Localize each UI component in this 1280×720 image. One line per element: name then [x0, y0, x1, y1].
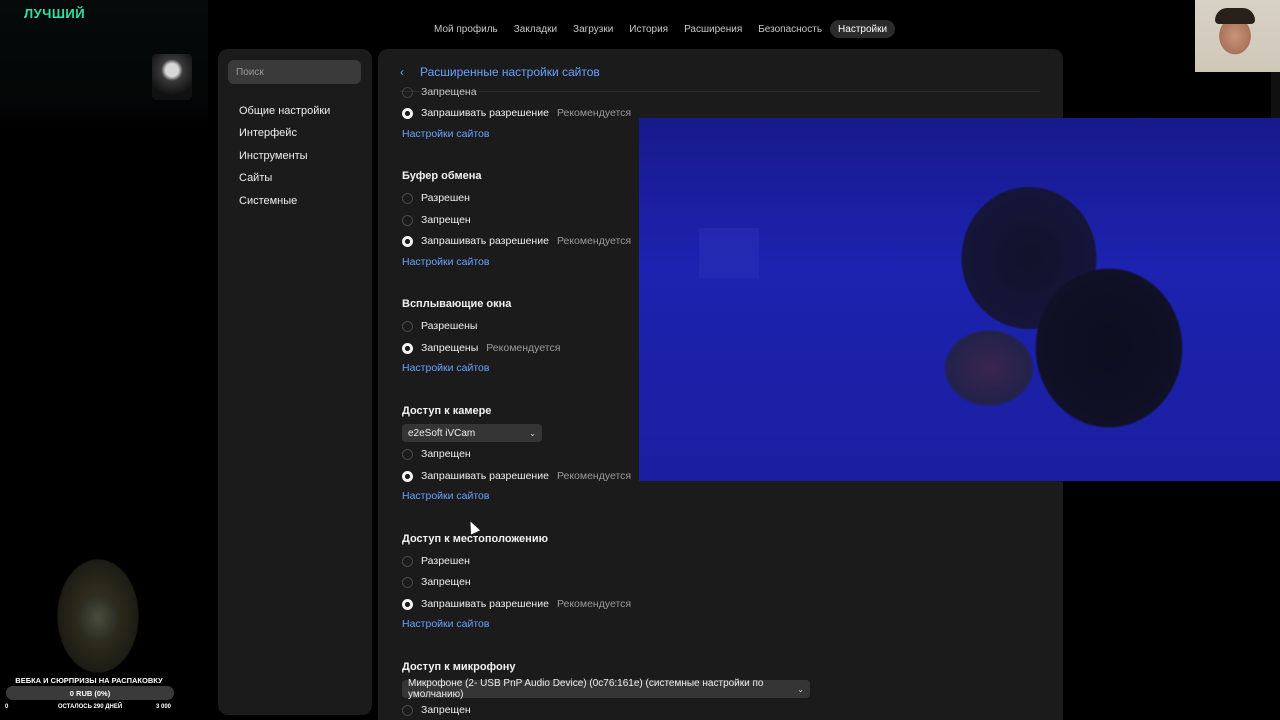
- stream-logo: ЛУЧШИЙ: [24, 6, 86, 21]
- site-settings-link[interactable]: Настройки сайтов: [402, 128, 489, 140]
- option-forbidden[interactable]: Запрещены Рекомендуется: [402, 341, 560, 355]
- tab-extensions[interactable]: Расширения: [676, 20, 750, 38]
- header-divider: [400, 91, 1040, 92]
- site-settings-link[interactable]: Настройки сайтов: [402, 618, 489, 630]
- option-label: Запрашивать разрешение: [421, 470, 549, 482]
- chevron-down-icon: ⌄: [797, 684, 804, 694]
- option-forbidden[interactable]: Запрещен: [402, 447, 471, 461]
- option-label: Разрешены: [421, 320, 478, 332]
- tab-bookmarks[interactable]: Закладки: [506, 20, 565, 38]
- option-label: Разрешен: [421, 555, 470, 567]
- recommended-label: Рекомендуется: [556, 235, 632, 247]
- sidebar-item-system[interactable]: Системные: [239, 195, 297, 207]
- recommended-label: Рекомендуется: [556, 470, 632, 482]
- radio-selected-icon: [402, 470, 413, 482]
- radio-icon: [402, 192, 413, 204]
- radio-icon: [402, 214, 413, 226]
- section-title-popups: Всплывающие окна: [402, 298, 512, 310]
- section-title-camera: Доступ к камере: [402, 405, 492, 417]
- webcam-overlay: [639, 118, 1280, 481]
- tab-history[interactable]: История: [621, 20, 676, 38]
- site-settings-link[interactable]: Настройки сайтов: [402, 490, 489, 502]
- banner-avatar: [152, 54, 192, 100]
- tab-downloads[interactable]: Загрузки: [565, 20, 621, 38]
- section-title-location: Доступ к местоположению: [402, 533, 548, 545]
- stream-banner: ЛУЧШИЙ: [0, 0, 208, 118]
- option-allowed[interactable]: Разрешен: [402, 554, 470, 568]
- donation-days-left: ОСТАЛОСЬ 290 ДНЕЙ: [57, 704, 123, 710]
- donation-title: ВЕБКА И СЮРПРИЗЫ НА РАСПАКОВКУ: [15, 676, 163, 685]
- chevron-down-icon: ⌄: [529, 428, 536, 438]
- option-forbidden[interactable]: Запрещен: [402, 575, 471, 589]
- section-title-microphone: Доступ к микрофону: [402, 661, 516, 673]
- tab-security[interactable]: Безопасность: [750, 20, 830, 38]
- recommended-label: Рекомендуется: [486, 342, 561, 354]
- settings-sidebar: Общие настройки Интерфейс Инструменты Са…: [218, 49, 372, 715]
- donation-image: [38, 556, 156, 680]
- donation-amount: 0 RUB (0%): [69, 689, 111, 698]
- option-label: Разрешен: [421, 192, 470, 204]
- option-label: Запрещен: [421, 214, 471, 226]
- panel-header: ‹ Расширенные настройки сайтов: [378, 49, 1063, 93]
- page-title: Расширенные настройки сайтов: [420, 65, 600, 79]
- radio-selected-icon: [402, 235, 413, 247]
- chevron-left-icon[interactable]: ‹: [400, 65, 410, 79]
- radio-icon: [402, 576, 413, 588]
- webcam-background-object: [699, 228, 759, 278]
- radio-selected-icon: [402, 598, 413, 610]
- option-label: Запрещен: [421, 704, 471, 716]
- option-label: Запрещен: [421, 448, 471, 460]
- sidebar-item-interface[interactable]: Интерфейс: [239, 127, 297, 139]
- edge-strip: [1271, 72, 1280, 118]
- radio-icon: [402, 320, 413, 332]
- option-label: Запрещена: [421, 86, 477, 98]
- camera-device-select[interactable]: e2eSoft iVCam ⌄: [402, 424, 542, 442]
- tab-my-profile[interactable]: Мой профиль: [426, 20, 506, 38]
- dropdown-value: e2eSoft iVCam: [408, 427, 476, 439]
- option-label: Запрашивать разрешение: [421, 598, 549, 610]
- site-settings-link[interactable]: Настройки сайтов: [402, 256, 489, 268]
- microphone-device-select[interactable]: Микрофоне (2- USB PnP Audio Device) (0c7…: [402, 678, 810, 700]
- option-forbidden[interactable]: Запрещен: [402, 213, 471, 227]
- sidebar-item-general[interactable]: Общие настройки: [239, 105, 330, 117]
- radio-selected-icon: [402, 342, 413, 354]
- radio-icon: [402, 86, 413, 98]
- recommended-label: Рекомендуется: [556, 598, 632, 610]
- top-navigation: Мой профиль Закладки Загрузки История Ра…: [426, 20, 896, 38]
- option-allowed[interactable]: Разрешен: [402, 191, 470, 205]
- site-settings-link[interactable]: Настройки сайтов: [402, 362, 489, 374]
- option-label: Запрещен: [421, 576, 471, 588]
- sidebar-item-sites[interactable]: Сайты: [239, 172, 272, 184]
- radio-icon: [402, 704, 413, 716]
- option-label: Запрещены: [421, 342, 479, 354]
- dropdown-value: Микрофоне (2- USB PnP Audio Device) (0c7…: [408, 678, 764, 700]
- search-box: [228, 60, 364, 84]
- option-ask-permission[interactable]: Запрашивать разрешение Рекомендуется: [402, 106, 631, 120]
- option-label: Запрашивать разрешение: [421, 235, 549, 247]
- radio-icon: [402, 555, 413, 567]
- webcam-person-hair: [1215, 8, 1255, 24]
- radio-selected-icon: [402, 107, 413, 119]
- option-forbidden[interactable]: Запрещен: [402, 703, 471, 717]
- radio-icon: [402, 448, 413, 460]
- option-ask-permission[interactable]: Запрашивать разрешение Рекомендуется: [402, 469, 631, 483]
- search-input[interactable]: [228, 60, 364, 84]
- tab-settings[interactable]: Настройки: [830, 20, 896, 38]
- recommended-label: Рекомендуется: [556, 107, 632, 119]
- option-allowed[interactable]: Разрешены: [402, 319, 477, 333]
- section-title-clipboard: Буфер обмена: [402, 170, 482, 182]
- webcam-small-overlay: [1195, 0, 1280, 72]
- option-ask-permission[interactable]: Запрашивать разрешение Рекомендуется: [402, 234, 631, 248]
- option-label: Запрашивать разрешение: [421, 107, 549, 119]
- option-forbidden-partial[interactable]: Запрещена: [402, 85, 477, 99]
- donation-max: 3 000: [156, 704, 172, 710]
- option-ask-permission[interactable]: Запрашивать разрешение Рекомендуется: [402, 597, 631, 611]
- sidebar-item-tools[interactable]: Инструменты: [239, 150, 308, 162]
